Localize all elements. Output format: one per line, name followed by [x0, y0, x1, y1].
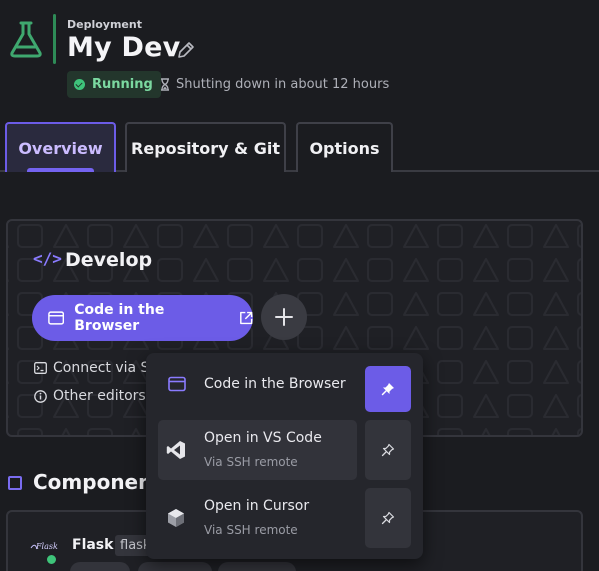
flask-icon [10, 21, 42, 58]
component-tag-pill[interactable] [218, 562, 296, 571]
plus-icon [275, 308, 293, 326]
browser-window-icon [168, 376, 186, 392]
terminal-icon [34, 362, 47, 374]
cursor-editor-icon [168, 509, 184, 527]
browser-window-icon [48, 311, 65, 325]
title-accent-bar [53, 14, 56, 64]
pin-button-code-browser[interactable] [365, 366, 411, 412]
pencil-icon[interactable] [176, 40, 196, 60]
external-link-icon [239, 311, 252, 325]
components-square-icon [8, 476, 22, 490]
status-label: Running [92, 77, 153, 92]
primary-button-label: Code in the Browser [74, 302, 165, 334]
develop-title: Develop [65, 249, 153, 271]
component-tag-pill[interactable] [138, 562, 212, 571]
tab-label: Overview [18, 138, 103, 158]
connect-ssh-label: Connect via S [53, 360, 150, 376]
flask-logo: Flask [28, 540, 64, 568]
tab-label: Options [309, 138, 380, 158]
dropdown-item-sublabel: Via SSH remote [204, 523, 298, 537]
dropdown-item-cursor[interactable]: Open in Cursor Via SSH remote [158, 488, 357, 548]
components-title: Component [33, 470, 162, 494]
shutdown-text: Shutting down in about 12 hours [176, 77, 390, 92]
pin-button-vscode[interactable] [365, 420, 411, 480]
other-editors-link[interactable]: Other editors [34, 388, 146, 404]
pin-button-cursor[interactable] [365, 488, 411, 548]
vscode-icon [166, 441, 185, 459]
tab-options[interactable]: Options [296, 122, 393, 172]
dropdown-item-code-browser[interactable]: Code in the Browser [158, 358, 357, 412]
other-editors-label: Other editors [53, 388, 146, 404]
check-circle-icon [74, 79, 85, 90]
dropdown-item-label: Open in Cursor [204, 498, 310, 514]
add-editor-button[interactable] [261, 294, 307, 340]
tab-label: Repository & Git [131, 138, 280, 158]
dropdown-item-label: Code in the Browser [204, 376, 346, 392]
pin-filled-icon [381, 383, 394, 396]
status-badge: Running [67, 71, 161, 98]
component-status-dot [45, 553, 58, 566]
shutdown-notice: Shutting down in about 12 hours [160, 77, 389, 92]
component-tag-pill[interactable] [70, 562, 130, 571]
dropdown-item-vscode[interactable]: Open in VS Code Via SSH remote [158, 420, 357, 480]
info-icon [34, 389, 47, 403]
deployment-eyebrow: Deployment [67, 18, 142, 31]
code-icon: </> [33, 249, 62, 268]
tab-overview[interactable]: Overview [5, 122, 116, 172]
dropdown-item-sublabel: Via SSH remote [204, 455, 298, 469]
connect-ssh-link[interactable]: Connect via S [34, 360, 149, 376]
page-title: My Dev [67, 32, 181, 63]
pin-outline-icon [381, 511, 395, 525]
dropdown-item-label: Open in VS Code [204, 430, 322, 446]
hourglass-icon [161, 78, 169, 91]
flask-logo-text: Flask [36, 542, 58, 551]
pin-outline-icon [381, 443, 395, 457]
component-name: Flask [72, 537, 114, 553]
tab-repository-git[interactable]: Repository & Git [125, 122, 286, 172]
code-in-browser-button[interactable]: Code in the Browser [32, 295, 253, 341]
